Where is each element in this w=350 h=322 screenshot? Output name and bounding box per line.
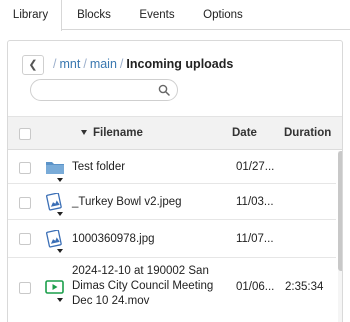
breadcrumb-separator: / bbox=[53, 57, 57, 71]
file-date: 01/06... bbox=[236, 281, 275, 293]
table-row[interactable]: Test folder 01/27... bbox=[8, 150, 336, 184]
breadcrumb-separator: / bbox=[83, 57, 87, 71]
table-row[interactable]: 2024-12-10 at 190002 San Dimas City Coun… bbox=[8, 258, 336, 318]
column-header-filename[interactable]: Filename bbox=[93, 127, 143, 139]
breadcrumb-link-main[interactable]: main bbox=[90, 57, 117, 71]
file-date: 11/07... bbox=[236, 233, 274, 245]
column-header-date[interactable]: Date bbox=[232, 127, 257, 139]
tab-blocks[interactable]: Blocks bbox=[62, 0, 126, 30]
breadcrumb: / mnt / main / Incoming uploads bbox=[50, 57, 233, 71]
breadcrumb-current: Incoming uploads bbox=[126, 57, 234, 71]
tab-options[interactable]: Options bbox=[188, 0, 258, 30]
search-icon[interactable] bbox=[158, 84, 170, 96]
vertical-scrollbar[interactable] bbox=[338, 151, 342, 322]
video-file-icon bbox=[45, 279, 65, 302]
tab-events[interactable]: Events bbox=[126, 0, 188, 30]
image-file-icon bbox=[45, 229, 65, 253]
file-name: 2024-12-10 at 190002 San Dimas City Coun… bbox=[72, 265, 214, 307]
breadcrumb-link-mnt[interactable]: mnt bbox=[59, 57, 80, 71]
row-checkbox[interactable] bbox=[19, 233, 31, 245]
sort-desc-icon[interactable] bbox=[81, 130, 87, 135]
table-header: Filename Date Duration bbox=[8, 116, 342, 150]
search-input[interactable] bbox=[39, 83, 155, 97]
tab-library[interactable]: Library bbox=[0, 0, 62, 31]
breadcrumb-separator: / bbox=[119, 57, 124, 71]
table-row[interactable]: 1000360978.jpg 11/07... bbox=[8, 220, 336, 258]
file-duration: 2:35:34 bbox=[285, 281, 324, 293]
image-file-icon bbox=[45, 192, 65, 216]
select-all-checkbox[interactable] bbox=[19, 128, 31, 140]
file-name: _Turkey Bowl v2.jpeg bbox=[72, 196, 182, 208]
path-navigation: ❮ / mnt / main / Incoming uploads bbox=[8, 41, 342, 111]
row-checkbox[interactable] bbox=[19, 282, 31, 294]
row-checkbox[interactable] bbox=[19, 162, 31, 174]
library-panel: ❮ / mnt / main / Incoming uploads Filename Da… bbox=[7, 40, 343, 322]
row-checkbox[interactable] bbox=[19, 197, 31, 209]
chevron-left-icon: ❮ bbox=[28, 59, 38, 71]
file-date: 11/03... bbox=[236, 196, 274, 208]
search-box bbox=[30, 79, 178, 101]
scrollbar-thumb[interactable] bbox=[338, 151, 342, 271]
back-button[interactable]: ❮ bbox=[22, 55, 44, 75]
file-name: Test folder bbox=[72, 161, 126, 173]
folder-icon bbox=[45, 159, 65, 182]
file-name: 1000360978.jpg bbox=[72, 233, 155, 245]
file-date: 01/27... bbox=[236, 161, 275, 173]
tab-bar: Library Blocks Events Options bbox=[0, 0, 350, 31]
column-header-duration[interactable]: Duration bbox=[284, 127, 331, 139]
table-row[interactable]: _Turkey Bowl v2.jpeg 11/03... bbox=[8, 184, 336, 220]
